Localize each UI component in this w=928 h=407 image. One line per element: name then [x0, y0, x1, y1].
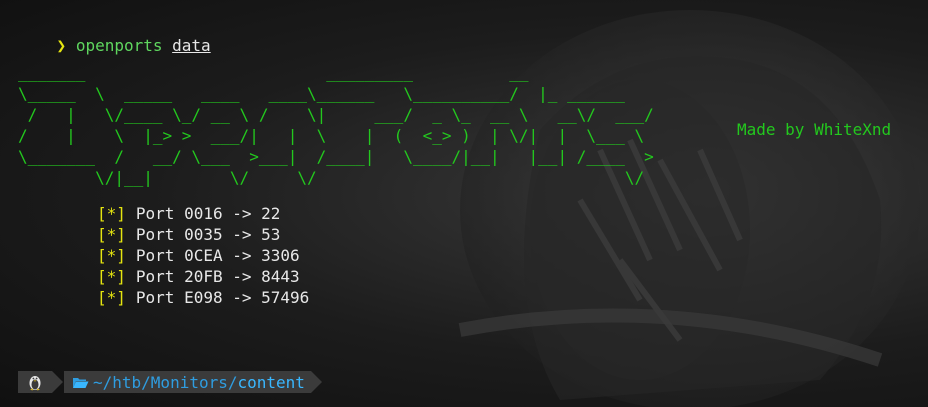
- port-entry: Port 0CEA -> 3306: [135, 246, 300, 265]
- ascii-banner: _______ _________ __ \_____ \ _____ ____…: [18, 62, 654, 188]
- port-marker: [*]: [97, 225, 126, 244]
- port-marker: [*]: [97, 288, 126, 307]
- ascii-line: \/|__| \/ \/ \/: [18, 168, 645, 187]
- port-entry: Port E098 -> 57496: [135, 288, 310, 307]
- banner-credit: Made by WhiteXnd: [737, 120, 892, 139]
- cwd-path-prefix: ~/htb/Monitors/: [93, 372, 238, 392]
- ascii-line: \_____ \ _____ ____ ____\______ \_______…: [18, 84, 625, 103]
- port-entry: Port 0035 -> 53: [135, 225, 281, 244]
- terminal-window[interactable]: ❯ openports data _______ _________ __ \_…: [0, 0, 928, 407]
- port-marker: [*]: [97, 204, 126, 223]
- folder-open-icon: [72, 376, 89, 389]
- cwd-path-current: content: [237, 372, 305, 392]
- shell-status-bar: ~/htb/Monitors/content: [18, 371, 322, 393]
- command-name: openports: [75, 36, 163, 55]
- list-item: [*] Port 0CEA -> 3306: [97, 245, 309, 266]
- port-entry: Port 20FB -> 8443: [135, 267, 300, 286]
- prompt-arrow-icon: ❯: [56, 36, 67, 55]
- port-entry: Port 0016 -> 22: [135, 204, 281, 223]
- ascii-line: _______ _________ __: [18, 63, 529, 82]
- os-segment: [18, 371, 63, 393]
- ascii-line: \_______ / __/ \___ >___| /____| \____/|…: [18, 147, 654, 166]
- port-marker: [*]: [97, 246, 126, 265]
- port-list: [*] Port 0016 -> 22 [*] Port 0035 -> 53 [*…: [97, 203, 309, 308]
- list-item: [*] Port 20FB -> 8443: [97, 266, 309, 287]
- list-item: [*] Port 0016 -> 22: [97, 203, 309, 224]
- port-marker: [*]: [97, 267, 126, 286]
- command-argument: data: [172, 36, 211, 55]
- ascii-line: / | \ |_> > ___/| | \ | ( <_> ) | \/| | …: [18, 126, 645, 145]
- list-item: [*] Port 0035 -> 53: [97, 224, 309, 245]
- cwd-segment: ~/htb/Monitors/content: [64, 371, 322, 393]
- linux-tux-icon: [29, 376, 41, 391]
- list-item: [*] Port E098 -> 57496: [97, 287, 309, 308]
- ascii-line: / | \/____ \_/ __ \ / \| ___/ _ \_ __ \ …: [18, 105, 654, 124]
